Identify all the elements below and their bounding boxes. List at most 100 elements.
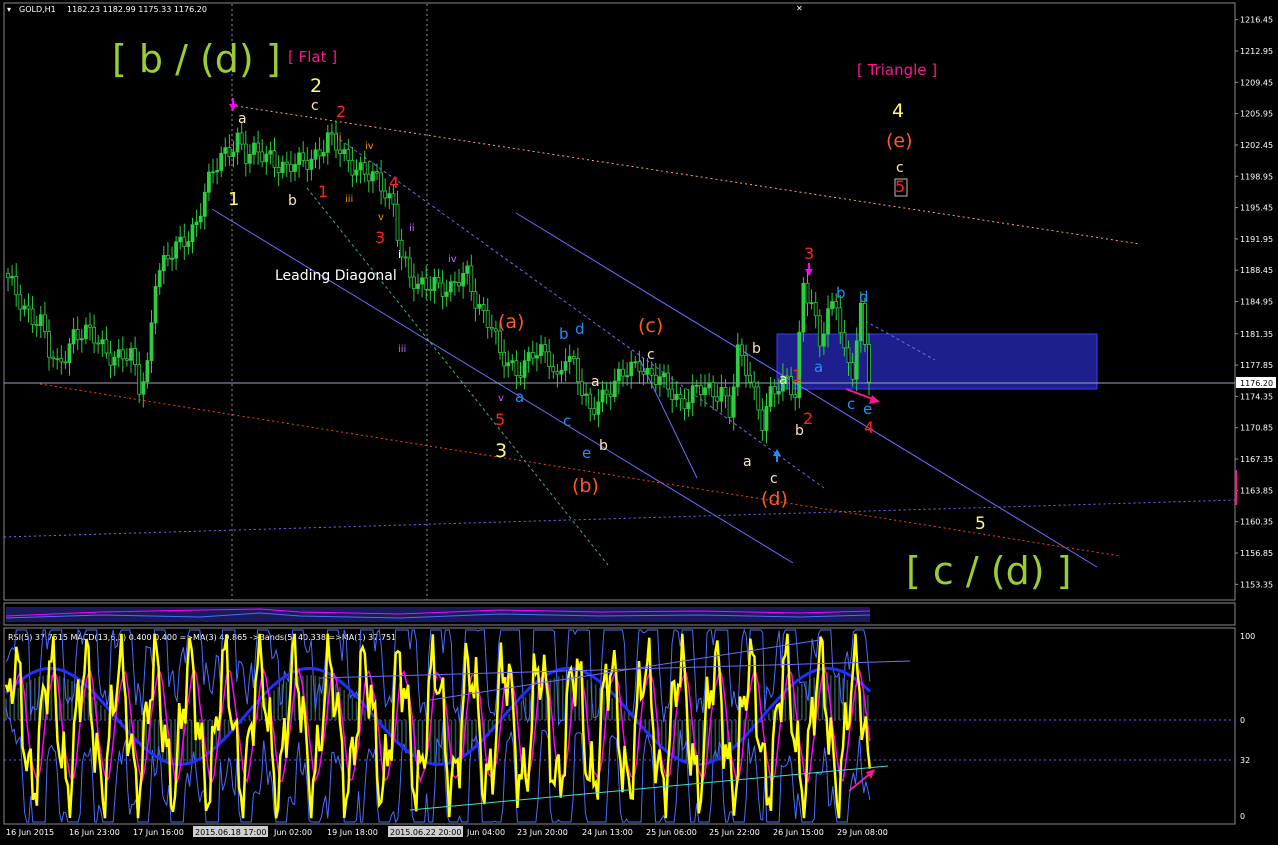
candle-body: [18, 294, 23, 310]
close-window-icon[interactable]: ✕: [796, 4, 803, 13]
wave-label: 2: [803, 409, 813, 428]
price-tick-label: 1205.95: [1240, 110, 1273, 119]
wave-label: b: [795, 423, 804, 439]
candle-body: [30, 308, 35, 325]
candle-body: [407, 257, 412, 278]
candle-body: [51, 356, 55, 359]
candle-body: [608, 393, 613, 398]
candle-body: [703, 387, 707, 396]
candle-body: [465, 265, 470, 274]
candle-body: [469, 265, 474, 293]
wave-label: 1: [792, 366, 802, 385]
wave-label: [ b / (d) ]: [112, 37, 281, 81]
candle-body: [740, 344, 744, 356]
wave-label: c: [896, 160, 904, 176]
candle-body: [489, 327, 494, 330]
price-tick-label: 1167.35: [1240, 455, 1273, 464]
wave-label: b: [836, 284, 846, 302]
candle-body: [580, 381, 584, 396]
wave-label: [ c / (d) ]: [906, 549, 1071, 593]
candle-body: [863, 302, 867, 345]
price-tick-label: 1188.45: [1240, 266, 1273, 275]
candle-body: [551, 366, 556, 373]
wave-label: c: [311, 98, 319, 114]
time-axis: 16 Jun 2015 16 Jun 23:00 17 Jun 16:00 2015.…: [6, 826, 888, 837]
trendline: [39, 383, 1121, 557]
indicator-header: RSI(5) 37.7515 MACD(13,6,1) 0.400 0.400 …: [8, 633, 396, 642]
candle-body: [59, 358, 64, 363]
candle-body: [227, 147, 232, 157]
candle-body: [186, 241, 191, 247]
price-tick-label: 1170.85: [1240, 424, 1273, 433]
candle-body: [502, 351, 507, 367]
candle-body: [264, 153, 269, 163]
wave-label: 4: [864, 418, 874, 437]
pink-arrow-icon: [866, 769, 875, 779]
candle-body: [461, 273, 466, 287]
time-tick-label: 29 Jun 08:00: [837, 828, 888, 837]
pink-arrow-icon: [869, 395, 880, 404]
wave-label: (d): [761, 488, 788, 510]
time-tick-label: 23 Jun 20:00: [517, 828, 568, 837]
wave-label: d: [859, 288, 869, 306]
wave-label: c: [647, 347, 655, 363]
candle-body: [592, 408, 597, 415]
price-tick-label: 1184.95: [1240, 298, 1273, 307]
wave-label: (a): [498, 311, 524, 333]
candle-body: [752, 381, 757, 388]
candle-body: [235, 132, 240, 153]
candle-body: [428, 288, 433, 291]
candle-body: [190, 224, 195, 242]
candle-body: [797, 331, 802, 399]
candle-body: [514, 360, 519, 377]
candle-body: [567, 356, 572, 362]
candle-body: [440, 282, 445, 297]
candle-body: [247, 153, 252, 164]
candle-body: [79, 338, 84, 341]
symbol-dropdown-icon[interactable]: ▾: [7, 5, 11, 14]
candle-body: [764, 406, 769, 431]
candle-body: [342, 149, 347, 155]
price-tick-label: 1216.45: [1240, 16, 1273, 25]
indicator-tick: 0: [1240, 716, 1245, 725]
candle-body: [120, 349, 125, 360]
time-tick-label: Jun 04:00: [466, 828, 505, 837]
time-tick-label: 26 Jun 15:00: [773, 828, 824, 837]
price-tick-label: 1181.35: [1240, 330, 1273, 339]
candle-body: [198, 215, 203, 223]
candle-body: [690, 385, 695, 403]
symbol-label: GOLD,H1: [19, 5, 56, 14]
candle-body: [547, 351, 552, 368]
candle-body: [842, 332, 847, 349]
volume-strip: [5, 607, 871, 622]
candle-body: [535, 355, 539, 359]
candle-body: [834, 301, 839, 309]
candle-body: [309, 158, 314, 170]
candle-body: [325, 132, 330, 153]
candle-body: [727, 395, 732, 418]
time-tick-label: 2015.06.22 20:00: [390, 828, 461, 837]
wave-label: c: [563, 412, 571, 430]
trendline: [306, 187, 609, 566]
candle-body: [284, 161, 289, 165]
wave-label: a: [743, 454, 752, 470]
candle-body: [588, 393, 593, 410]
current-price-value: 1176.20: [1240, 379, 1273, 388]
candle-body: [543, 344, 547, 353]
wave-labels: [ b / (d) ] [ Flat ] [ Triangle ] [ c / (d)…: [112, 37, 1071, 593]
candle-body: [436, 276, 441, 284]
wave-label: 1: [228, 189, 239, 210]
candle-body: [801, 282, 806, 333]
arrow-down-icon: [805, 269, 813, 276]
candle-body: [735, 344, 740, 388]
wave-label: iv: [448, 254, 457, 265]
candle-body: [329, 132, 334, 135]
candle-body: [719, 386, 724, 402]
candle-body: [395, 203, 400, 241]
candle-body: [670, 388, 675, 401]
candle-body: [206, 171, 211, 193]
candle-body: [358, 162, 363, 171]
candle-body: [260, 151, 265, 163]
wave-label: 3: [804, 244, 814, 263]
candle-body: [621, 368, 625, 377]
